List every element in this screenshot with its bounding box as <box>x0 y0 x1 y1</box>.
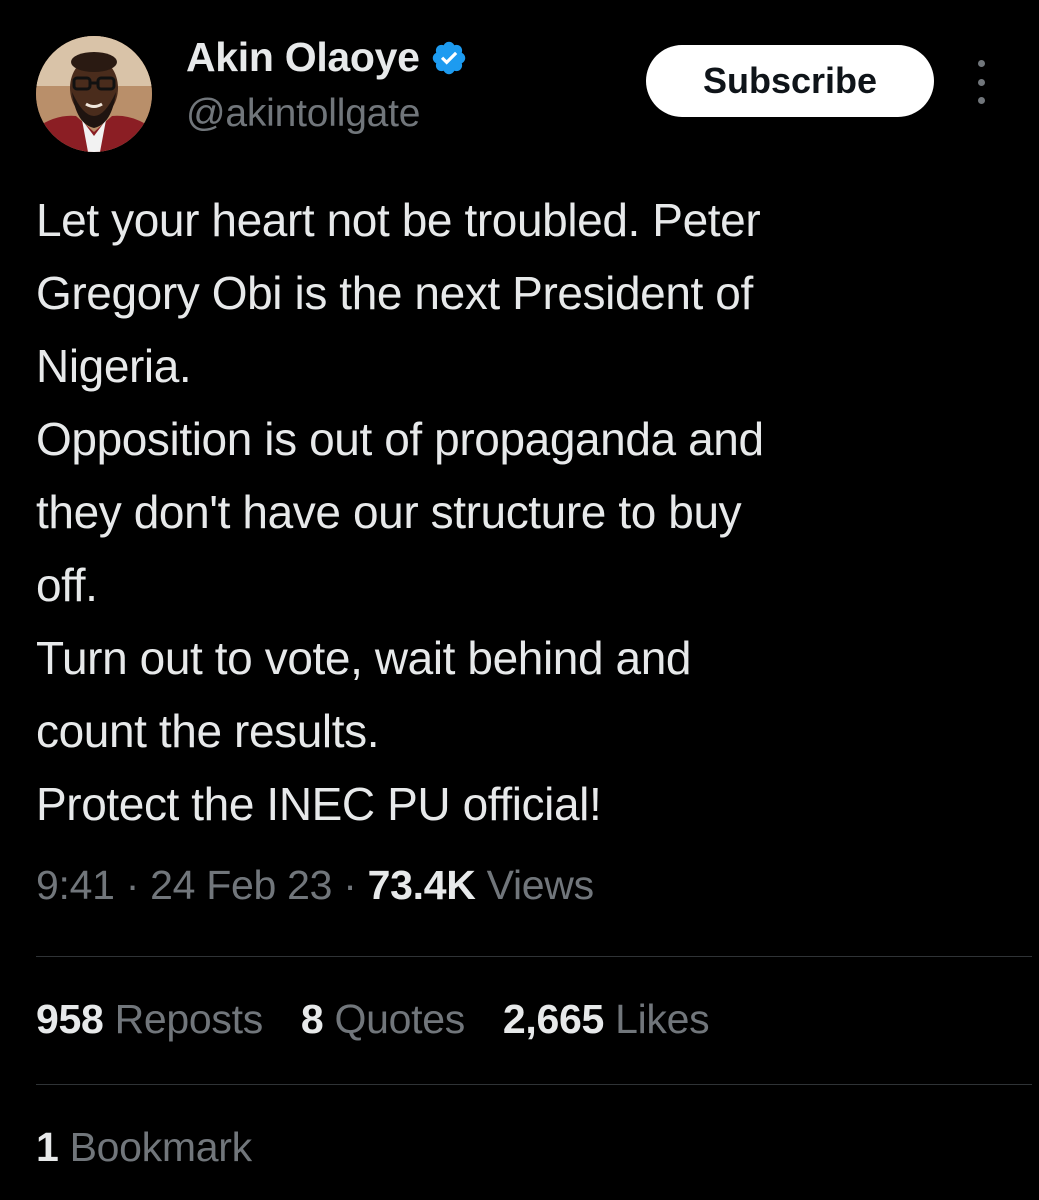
tweet-time[interactable]: 9:41 <box>36 862 115 908</box>
views-label[interactable]: Views <box>487 862 594 908</box>
subscribe-button[interactable]: Subscribe <box>646 45 934 117</box>
tweet-text-line: Gregory Obi is the next President of <box>36 267 753 319</box>
likes-count: 2,665 <box>502 996 605 1042</box>
tweet-text-line: Opposition is out of propaganda and <box>36 413 764 465</box>
divider <box>36 1084 1032 1085</box>
quotes-count: 8 <box>300 996 324 1042</box>
engagement-stats: 958 Reposts 8 Quotes 2,665 Likes <box>36 996 710 1043</box>
quotes-label: Quotes <box>334 996 466 1042</box>
quotes-stat[interactable]: 8 Quotes <box>301 996 465 1043</box>
meta-separator: · <box>343 862 357 908</box>
tweet-text-line: Turn out to vote, wait behind and <box>36 632 692 684</box>
author-display-name[interactable]: Akin Olaoye <box>186 34 420 81</box>
avatar-image <box>36 36 152 152</box>
tweet-text-line: off. <box>36 559 98 611</box>
author-name-row: Akin Olaoye <box>186 34 468 81</box>
verified-badge-icon[interactable] <box>430 39 468 77</box>
tweet-text-line: Protect the INEC PU official! <box>36 778 602 830</box>
views-count[interactable]: 73.4K <box>368 862 476 908</box>
tweet-meta: 9:41 · 24 Feb 23 · 73.4K Views <box>36 862 594 909</box>
tweet-text-line: Nigeria. <box>36 340 192 392</box>
tweet-text-line: count the results. <box>36 705 380 757</box>
more-vertical-icon[interactable] <box>968 60 994 104</box>
reposts-stat[interactable]: 958 Reposts <box>36 996 263 1043</box>
tweet-text: Let your heart not be troubled. Peter Gr… <box>36 184 1016 841</box>
reposts-count: 958 <box>36 996 104 1042</box>
tweet-date[interactable]: 24 Feb 23 <box>150 862 332 908</box>
avatar[interactable] <box>36 36 152 152</box>
reposts-label: Reposts <box>114 996 264 1042</box>
likes-label: Likes <box>615 996 710 1042</box>
divider <box>36 956 1032 957</box>
bookmarks-count: 1 <box>36 1124 59 1170</box>
tweet-detail: Akin Olaoye @akintollgate Subscribe Let … <box>0 0 1039 1200</box>
bookmarks-label: Bookmark <box>69 1124 252 1170</box>
tweet-text-line: Let your heart not be troubled. Peter <box>36 194 761 246</box>
bookmarks-stat[interactable]: 1 Bookmark <box>36 1124 252 1171</box>
likes-stat[interactable]: 2,665 Likes <box>502 996 710 1043</box>
author-handle[interactable]: @akintollgate <box>186 92 420 136</box>
tweet-text-line: they don't have our structure to buy <box>36 486 742 538</box>
meta-separator: · <box>125 862 140 908</box>
